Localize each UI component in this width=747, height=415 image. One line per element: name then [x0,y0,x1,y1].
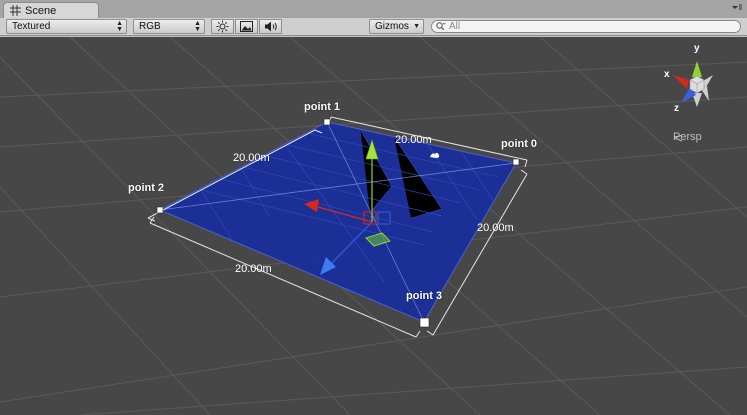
tab-bar: Scene [0,0,747,19]
render-mode-dropdown[interactable]: Textured ▲ ▼ [6,19,127,34]
scene-toolbar: Textured ▲ ▼ RGB ▲ ▼ Gizmos ▼ All [0,18,747,36]
color-mode-dropdown[interactable]: RGB ▲ ▼ [133,19,205,34]
sun-icon [216,20,229,33]
scene-lighting-toggle[interactable] [211,19,234,34]
point-2-label: point 2 [128,182,165,194]
point-1-handle[interactable] [323,118,331,126]
search-field[interactable] [431,20,741,33]
gizmos-dropdown[interactable]: Gizmos ▼ [369,19,424,34]
image-icon [240,21,253,32]
point-3-handle[interactable] [419,317,430,328]
tab-scene-label: Scene [25,4,57,17]
dimension-label-right: 20.00m [477,222,514,234]
updown-arrow-icon: ▲ ▼ [116,20,123,33]
x-cone-icon[interactable] [673,75,689,89]
grid-icon [10,5,21,16]
speaker-icon [264,21,277,32]
plane-quad[interactable] [158,121,517,323]
tab-scene[interactable]: Scene [3,2,99,18]
neg-x-cone-icon[interactable] [703,75,713,89]
scene-viewport[interactable]: point 0 point 1 point 2 point 3 20.00m 2… [0,37,747,415]
gizmo-z-label: z [674,103,679,114]
point-0-handle[interactable] [512,158,520,166]
chevron-down-icon: ▼ [413,23,420,30]
projection-toggle[interactable]: Persp [673,131,702,143]
scene-audio-toggle[interactable] [259,19,282,34]
point-0-label: point 0 [501,138,538,150]
scene-canvas[interactable] [0,37,747,415]
updown-arrow-icon: ▲ ▼ [194,20,201,33]
y-cone-icon[interactable] [692,61,702,77]
gizmos-label: Gizmos [375,21,409,32]
gizmo-y-label: y [694,43,700,54]
gizmo-x-label: x [664,69,670,80]
color-mode-value: RGB [139,21,161,32]
scene-window: Scene Textured ▲ ▼ RGB ▲ ▼ Gizmos ▼ All … [0,0,747,415]
render-mode-value: Textured [12,21,51,32]
dimension-label-left: 20.00m [233,152,270,164]
point-2-handle[interactable] [156,206,164,214]
search-icon [436,22,446,31]
point-1-label: point 1 [304,101,341,113]
search-input[interactable] [446,21,729,32]
point-3-label: point 3 [406,290,443,302]
dimension-label-bottom: 20.00m [235,263,272,275]
scene-effects-toggle[interactable] [235,19,258,34]
tab-menu-icon[interactable] [729,2,743,16]
dimension-label-top: 20.00m [395,134,432,146]
